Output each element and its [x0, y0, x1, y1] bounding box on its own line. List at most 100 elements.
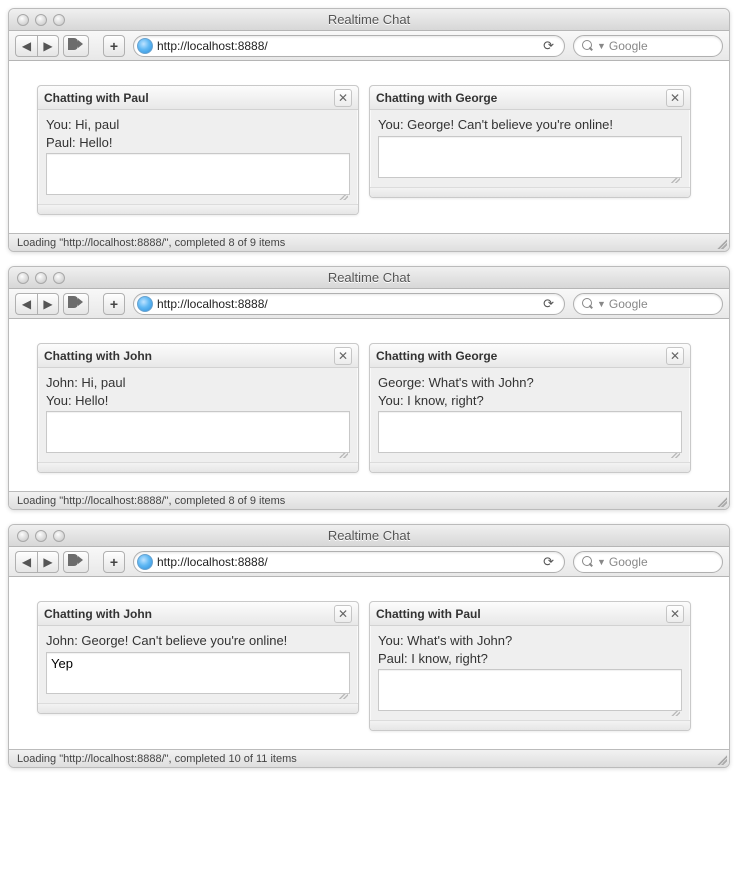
close-icon: ✕	[670, 608, 680, 620]
chat-title: Chatting with John	[44, 349, 334, 363]
traffic-minimize-button[interactable]	[35, 530, 47, 542]
chat-footer	[370, 462, 690, 472]
plus-icon: +	[110, 297, 118, 311]
chat-input[interactable]	[378, 136, 682, 178]
back-button[interactable]: ◀	[15, 293, 37, 315]
address-text: http://localhost:8888/	[157, 297, 539, 311]
search-placeholder: Google	[609, 297, 648, 311]
evernote-clip-button[interactable]	[63, 551, 89, 573]
traffic-zoom-button[interactable]	[53, 14, 65, 26]
chat-body: You: Hi, paulPaul: Hello!	[38, 110, 358, 204]
chat-header[interactable]: Chatting with George✕	[370, 86, 690, 110]
window-titlebar[interactable]: Realtime Chat	[9, 9, 729, 31]
page-content: Chatting with John✕John: George! Can't b…	[9, 577, 729, 749]
chat-close-button[interactable]: ✕	[666, 605, 684, 623]
address-bar[interactable]: http://localhost:8888/⟳	[133, 35, 565, 57]
back-button[interactable]: ◀	[15, 551, 37, 573]
chat-pane: Chatting with Paul✕ You: What's with John…	[369, 601, 691, 731]
traffic-zoom-button[interactable]	[53, 530, 65, 542]
evernote-clip-button[interactable]	[63, 35, 89, 57]
back-button[interactable]: ◀	[15, 35, 37, 57]
search-field[interactable]: ▼Google	[573, 551, 723, 573]
chat-header[interactable]: Chatting with John✕	[38, 602, 358, 626]
chat-input[interactable]	[378, 669, 682, 711]
chat-body: George: What's with John?You: I know, ri…	[370, 368, 690, 462]
plus-icon: +	[110, 555, 118, 569]
search-icon	[582, 298, 593, 309]
search-placeholder: Google	[609, 39, 648, 53]
window-titlebar[interactable]: Realtime Chat	[9, 525, 729, 547]
traffic-close-button[interactable]	[17, 14, 29, 26]
address-bar[interactable]: http://localhost:8888/⟳	[133, 551, 565, 573]
chat-header[interactable]: Chatting with John✕	[38, 344, 358, 368]
search-icon	[582, 40, 593, 51]
chat-pane: Chatting with Paul✕You: Hi, paulPaul: He…	[37, 85, 359, 215]
chat-body: You: George! Can't believe you're online…	[370, 110, 690, 187]
forward-button[interactable]: ▶	[37, 551, 59, 573]
nav-back-forward-group: ◀▶	[15, 293, 59, 315]
traffic-minimize-button[interactable]	[35, 14, 47, 26]
add-bookmark-button[interactable]: +	[103, 293, 125, 315]
address-text: http://localhost:8888/	[157, 39, 539, 53]
search-field[interactable]: ▼Google	[573, 293, 723, 315]
chat-input[interactable]	[46, 153, 350, 195]
browser-window: Realtime Chat◀▶+http://localhost:8888/⟳▼…	[8, 266, 730, 510]
forward-button[interactable]: ▶	[37, 293, 59, 315]
chat-body: You: What's with John?Paul: I know, righ…	[370, 626, 690, 720]
chat-input[interactable]	[46, 411, 350, 453]
chat-header[interactable]: Chatting with Paul✕	[370, 602, 690, 626]
search-icon	[582, 556, 593, 567]
traffic-zoom-button[interactable]	[53, 272, 65, 284]
add-bookmark-button[interactable]: +	[103, 35, 125, 57]
chat-message: John: Hi, paul	[46, 374, 350, 392]
chat-pane: Chatting with George✕You: George! Can't …	[369, 85, 691, 198]
chat-close-button[interactable]: ✕	[666, 347, 684, 365]
plus-icon: +	[110, 39, 118, 53]
window-resize-grip[interactable]	[715, 495, 727, 507]
traffic-lights	[17, 14, 65, 26]
evernote-icon	[68, 38, 84, 54]
close-icon: ✕	[670, 350, 680, 362]
reload-button[interactable]: ⟳	[539, 554, 558, 570]
add-bookmark-button[interactable]: +	[103, 551, 125, 573]
evernote-icon	[68, 554, 84, 570]
chat-header[interactable]: Chatting with Paul✕	[38, 86, 358, 110]
window-titlebar[interactable]: Realtime Chat	[9, 267, 729, 289]
chat-input[interactable]	[378, 411, 682, 453]
traffic-close-button[interactable]	[17, 272, 29, 284]
chat-input[interactable]	[46, 652, 350, 694]
chat-title: Chatting with John	[44, 607, 334, 621]
chat-message: You: Hi, paul	[46, 116, 350, 134]
forward-button[interactable]: ▶	[37, 35, 59, 57]
chat-close-button[interactable]: ✕	[334, 347, 352, 365]
chat-log: You: What's with John?Paul: I know, righ…	[378, 632, 682, 667]
chat-pane: Chatting with John✕ John: George! Can't b…	[37, 601, 359, 714]
search-field[interactable]: ▼Google	[573, 35, 723, 57]
browser-window: Realtime Chat ◀ ▶ + http://localhost:8888/⟳ ▼…	[8, 524, 730, 768]
evernote-clip-button[interactable]	[63, 293, 89, 315]
status-bar: Loading "http://localhost:8888/", comple…	[9, 491, 729, 509]
reload-button[interactable]: ⟳	[539, 296, 558, 312]
chat-log: John: George! Can't believe you're onlin…	[46, 632, 350, 650]
chat-close-button[interactable]: ✕	[666, 89, 684, 107]
browser-toolbar: ◀▶ + http://localhost:8888/⟳ ▼Google	[9, 31, 729, 61]
traffic-close-button[interactable]	[17, 530, 29, 542]
chat-body: John: Hi, paulYou: Hello!	[38, 368, 358, 462]
chevron-right-icon: ▶	[43, 555, 52, 569]
chat-header[interactable]: Chatting with George✕	[370, 344, 690, 368]
chat-close-button[interactable]: ✕	[334, 89, 352, 107]
globe-icon	[137, 38, 153, 54]
search-placeholder: Google	[609, 555, 648, 569]
window-resize-grip[interactable]	[715, 237, 727, 249]
close-icon: ✕	[670, 92, 680, 104]
window-resize-grip[interactable]	[715, 753, 727, 765]
chat-message: You: What's with John?	[378, 632, 682, 650]
reload-button[interactable]: ⟳	[539, 38, 558, 54]
globe-icon	[137, 296, 153, 312]
chat-close-button[interactable]: ✕	[334, 605, 352, 623]
chevron-left-icon: ◀	[22, 297, 31, 311]
reload-icon: ⟳	[543, 296, 554, 311]
traffic-minimize-button[interactable]	[35, 272, 47, 284]
address-bar[interactable]: http://localhost:8888/ ⟳	[133, 293, 565, 315]
window-title: Realtime Chat	[9, 12, 729, 27]
